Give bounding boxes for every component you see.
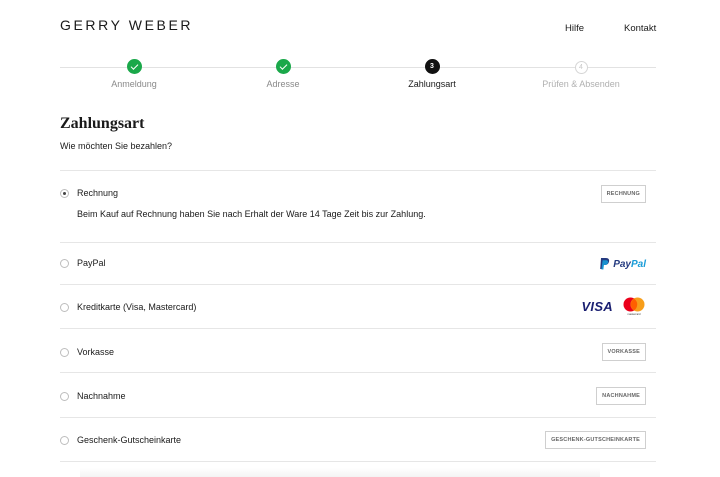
payment-option-label: PayPal [77, 258, 106, 268]
page-subtitle: Wie möchten Sie bezahlen? [60, 141, 173, 151]
radio-nachnahme[interactable] [60, 392, 69, 401]
payment-option-vorkasse[interactable]: Vorkasse VORKASSE [60, 329, 656, 373]
step-label: Adresse [266, 79, 300, 89]
nachnahme-badge: NACHNAHME [596, 387, 646, 405]
payment-option-paypal[interactable]: PayPal Pay Pal [60, 243, 656, 285]
radio-paypal[interactable] [60, 259, 69, 268]
paypal-text-pal: Pal [630, 258, 646, 270]
paypal-mark-icon [600, 258, 610, 270]
rechnung-badge: RECHNUNG [600, 185, 646, 203]
payment-option-description: Beim Kauf auf Rechnung haben Sie nach Er… [77, 209, 426, 219]
checkout-stepper: Anmeldung Adresse 3 Zahlungsart 4 Prüfen… [60, 58, 656, 98]
brand-logo[interactable]: GERRY WEBER [60, 17, 193, 33]
step-zahlungsart: 3 Zahlungsart [357, 58, 507, 89]
step-done-marker [126, 59, 142, 74]
step-adresse[interactable]: Adresse [208, 58, 358, 89]
paypal-logo: Pay Pal [599, 258, 646, 270]
step-label: Anmeldung [111, 79, 157, 89]
mastercard-icon [623, 297, 645, 312]
payment-option-kreditkarte[interactable]: Kreditkarte (Visa, Mastercard) VISA mast… [60, 285, 656, 329]
check-icon [130, 61, 138, 70]
bottom-shadow [80, 468, 600, 477]
payment-option-label: Geschenk-Gutscheinkarte [77, 435, 182, 445]
step-label: Zahlungsart [408, 79, 456, 89]
geschenk-gutscheinkarte-badge: GESCHENK-GUTSCHEINKARTE [545, 431, 646, 449]
page-title: Zahlungsart [60, 115, 145, 132]
payment-option-rechnung[interactable]: Rechnung Beim Kauf auf Rechnung haben Si… [60, 171, 656, 243]
payment-option-geschenk-gutscheinkarte[interactable]: Geschenk-Gutscheinkarte GESCHENK-GUTSCHE… [60, 418, 656, 462]
payment-options-list: Rechnung Beim Kauf auf Rechnung haben Si… [60, 170, 656, 462]
payment-option-label: Vorkasse [77, 347, 115, 357]
radio-vorkasse[interactable] [60, 348, 69, 357]
visa-logo: VISA [581, 298, 613, 314]
radio-geschenk-gutscheinkarte[interactable] [60, 436, 69, 445]
step-label: Prüfen & Absenden [542, 79, 620, 89]
paypal-text-pay: Pay [613, 258, 631, 270]
radio-kreditkarte[interactable] [60, 303, 69, 312]
payment-option-label: Rechnung [77, 188, 119, 198]
check-icon [279, 61, 287, 70]
mastercard-logo: mastercard [622, 297, 646, 316]
step-done-marker [275, 59, 291, 74]
payment-option-label: Nachnahme [77, 391, 126, 401]
payment-option-nachnahme[interactable]: Nachnahme NACHNAHME [60, 373, 656, 418]
radio-rechnung[interactable] [60, 189, 69, 198]
step-anmeldung[interactable]: Anmeldung [59, 58, 209, 89]
mastercard-wordmark: mastercard [627, 313, 641, 316]
site-header: GERRY WEBER Hilfe Kontakt [0, 0, 720, 52]
step-number: 4 [574, 61, 588, 74]
step-number: 3 [424, 59, 440, 74]
payment-option-label: Kreditkarte (Visa, Mastercard) [77, 302, 197, 312]
help-link[interactable]: Hilfe [565, 23, 584, 34]
card-logos: VISA mastercard [581, 297, 646, 316]
contact-link[interactable]: Kontakt [624, 23, 656, 34]
vorkasse-badge: VORKASSE [601, 343, 646, 361]
step-pruefen-absenden: 4 Prüfen & Absenden [506, 58, 656, 89]
